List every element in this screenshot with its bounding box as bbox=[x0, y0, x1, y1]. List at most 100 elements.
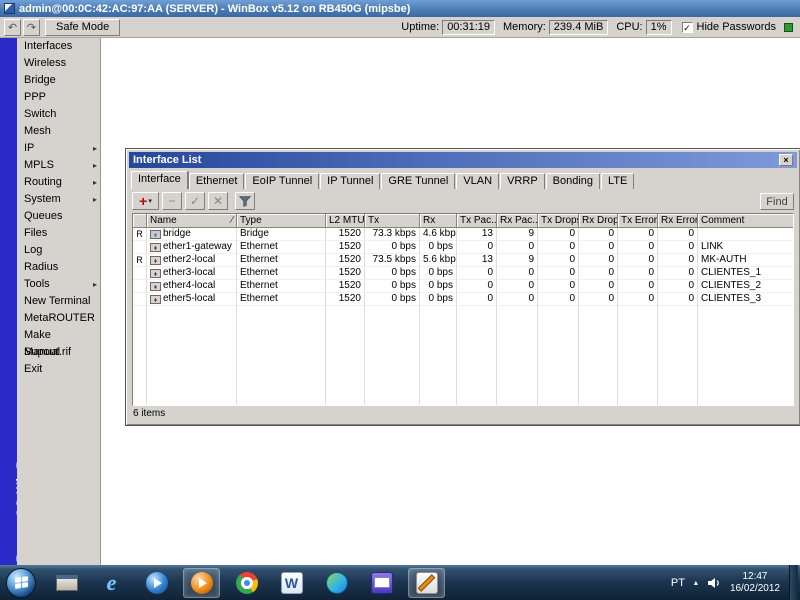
column-header-tx-errors[interactable]: Tx Errors bbox=[618, 214, 658, 228]
start-button[interactable] bbox=[6, 567, 36, 598]
table-row[interactable]: ether1-gateway Ethernet 1520 0 bps 0 bps… bbox=[133, 241, 793, 254]
interface-comment: CLIENTES_3 bbox=[698, 293, 793, 306]
find-button[interactable]: Find bbox=[760, 193, 794, 210]
column-header-tx[interactable]: Tx bbox=[365, 214, 420, 228]
sidebar-item[interactable]: Radius ▸ bbox=[17, 259, 100, 276]
sidebar-item[interactable]: Switch ▸ bbox=[17, 106, 100, 123]
hide-passwords-checkbox[interactable]: ✓ bbox=[681, 21, 693, 33]
table-row[interactable]: ether3-local Ethernet 1520 0 bps 0 bps 0… bbox=[133, 267, 793, 280]
tx-errors: 0 bbox=[618, 228, 658, 241]
safe-mode-button[interactable]: Safe Mode bbox=[45, 18, 121, 36]
tab-ip-tunnel[interactable]: IP Tunnel bbox=[320, 173, 381, 189]
remove-button[interactable]: − bbox=[162, 192, 182, 210]
column-header-l2mtu[interactable]: L2 MTU bbox=[326, 214, 365, 228]
sidebar-item-label: Bridge bbox=[24, 74, 56, 86]
redo-button[interactable]: ↷ bbox=[23, 18, 40, 36]
taskbar-app-live-mail[interactable] bbox=[363, 568, 400, 598]
table-row[interactable]: R bridge Bridge 1520 73.3 kbps 4.6 kbps … bbox=[133, 228, 793, 241]
sidebar-item-label: New Terminal bbox=[24, 295, 91, 307]
add-interface-button[interactable]: + ▾ bbox=[132, 192, 159, 210]
column-header-flag[interactable] bbox=[133, 214, 147, 228]
sidebar-item[interactable]: Make Supout.rif ▸ bbox=[17, 327, 100, 358]
sidebar-item-label: IP bbox=[24, 142, 35, 154]
redo-icon: ↷ bbox=[26, 21, 37, 34]
taskbar-app-messenger[interactable] bbox=[318, 568, 355, 598]
tab-interface[interactable]: Interface bbox=[131, 171, 188, 189]
close-icon[interactable]: × bbox=[779, 154, 793, 166]
rx-errors: 0 bbox=[658, 293, 698, 306]
volume-icon[interactable] bbox=[707, 577, 721, 589]
sidebar-item[interactable]: Queues ▸ bbox=[17, 208, 100, 225]
column-header-rx[interactable]: Rx bbox=[420, 214, 457, 228]
column-header-tx-packet[interactable]: Tx Pac... bbox=[457, 214, 497, 228]
disable-button[interactable]: ✕ bbox=[208, 192, 228, 210]
sidebar-item-label: Radius bbox=[24, 261, 59, 273]
column-header-name[interactable]: Name ∕ bbox=[147, 214, 237, 228]
column-header-rx-drops[interactable]: Rx Drops bbox=[579, 214, 618, 228]
status-bar: 6 items bbox=[133, 408, 166, 419]
taskbar-app-media-player-2[interactable] bbox=[183, 567, 220, 598]
sidebar-item[interactable]: PPP ▸ bbox=[17, 89, 100, 106]
table-row[interactable]: ether4-local Ethernet 1520 0 bps 0 bps 0… bbox=[133, 280, 793, 293]
memory-label: Memory: bbox=[503, 21, 546, 33]
tab-bonding[interactable]: Bonding bbox=[545, 173, 601, 189]
sidebar-item[interactable]: Routing ▸ bbox=[17, 174, 100, 191]
sidebar-item[interactable]: IP ▸ bbox=[17, 140, 100, 157]
taskbar-app-paint[interactable] bbox=[408, 567, 445, 598]
table-row[interactable]: R ether2-local Ethernet 1520 73.5 kbps 5… bbox=[133, 254, 793, 267]
sidebar-item-label: Mesh bbox=[24, 125, 51, 137]
sidebar-item[interactable]: MPLS ▸ bbox=[17, 157, 100, 174]
tab-eoip-tunnel[interactable]: EoIP Tunnel bbox=[245, 173, 320, 189]
tray-expand-icon[interactable]: ▴ bbox=[694, 578, 698, 587]
tray-date: 16/02/2012 bbox=[729, 582, 780, 594]
interface-table-header: Name ∕ Type L2 MTU Tx Rx Tx Pac... Rx Pa… bbox=[133, 214, 793, 228]
clock[interactable]: 12:47 16/02/2012 bbox=[730, 571, 780, 595]
window-icon bbox=[55, 574, 78, 591]
table-row[interactable]: ether5-local Ethernet 1520 0 bps 0 bps 0… bbox=[133, 293, 793, 306]
sidebar-item[interactable]: Interfaces ▸ bbox=[17, 38, 100, 55]
taskbar-app-media-player[interactable] bbox=[138, 568, 175, 598]
column-header-comment[interactable]: Comment bbox=[698, 214, 793, 228]
undo-button[interactable]: ↶ bbox=[4, 18, 21, 36]
tx-drops: 0 bbox=[538, 241, 579, 254]
show-desktop-button[interactable] bbox=[789, 565, 798, 600]
enable-button[interactable]: ✓ bbox=[185, 192, 205, 210]
sidebar-item[interactable]: Wireless ▸ bbox=[17, 55, 100, 72]
interface-list-titlebar[interactable]: Interface List × bbox=[129, 152, 797, 168]
tab-vlan[interactable]: VLAN bbox=[456, 173, 500, 189]
l2mtu-value: 1520 bbox=[326, 293, 365, 306]
sidebar-item[interactable]: Files ▸ bbox=[17, 225, 100, 242]
taskbar-app-chrome[interactable] bbox=[228, 568, 265, 598]
taskbar-app-word[interactable]: W bbox=[273, 568, 310, 598]
sidebar-item[interactable]: Exit ▸ bbox=[17, 361, 100, 378]
sidebar-item[interactable]: Tools ▸ bbox=[17, 276, 100, 293]
interface-type: Ethernet bbox=[237, 293, 326, 306]
filter-button[interactable] bbox=[235, 192, 255, 210]
rx-packets: 0 bbox=[497, 267, 538, 280]
interface-type: Ethernet bbox=[237, 254, 326, 267]
tab-vrrp[interactable]: VRRP bbox=[500, 173, 545, 189]
column-header-rx-errors[interactable]: Rx Errors bbox=[658, 214, 698, 228]
sidebar-item-label: PPP bbox=[24, 91, 47, 103]
taskbar-app-internet-explorer[interactable]: e bbox=[93, 568, 130, 598]
taskbar-app-window[interactable] bbox=[48, 568, 85, 598]
sidebar-item[interactable]: Mesh ▸ bbox=[17, 123, 100, 140]
ethernet-icon bbox=[150, 268, 161, 278]
column-header-rx-packet[interactable]: Rx Pac... bbox=[497, 214, 538, 228]
rx-errors: 0 bbox=[658, 280, 698, 293]
sidebar-item[interactable]: MetaROUTER ▸ bbox=[17, 310, 100, 327]
tab-ethernet[interactable]: Ethernet bbox=[188, 173, 245, 189]
sidebar-item[interactable]: Bridge ▸ bbox=[17, 72, 100, 89]
column-header-tx-drops[interactable]: Tx Drops bbox=[538, 214, 579, 228]
sidebar-item[interactable]: System ▸ bbox=[17, 191, 100, 208]
sidebar-item[interactable]: New Terminal ▸ bbox=[17, 293, 100, 310]
sidebar-item[interactable]: Log ▸ bbox=[17, 242, 100, 259]
funnel-icon bbox=[239, 195, 251, 207]
language-indicator[interactable]: PT bbox=[671, 577, 685, 589]
tab-lte[interactable]: LTE bbox=[601, 173, 635, 189]
sidebar-item[interactable]: Manual ▸ bbox=[17, 344, 100, 361]
tab-gre-tunnel[interactable]: GRE Tunnel bbox=[381, 173, 456, 189]
column-header-type[interactable]: Type bbox=[237, 214, 326, 228]
tx-packets: 0 bbox=[457, 241, 497, 254]
rx-packets: 9 bbox=[497, 228, 538, 241]
